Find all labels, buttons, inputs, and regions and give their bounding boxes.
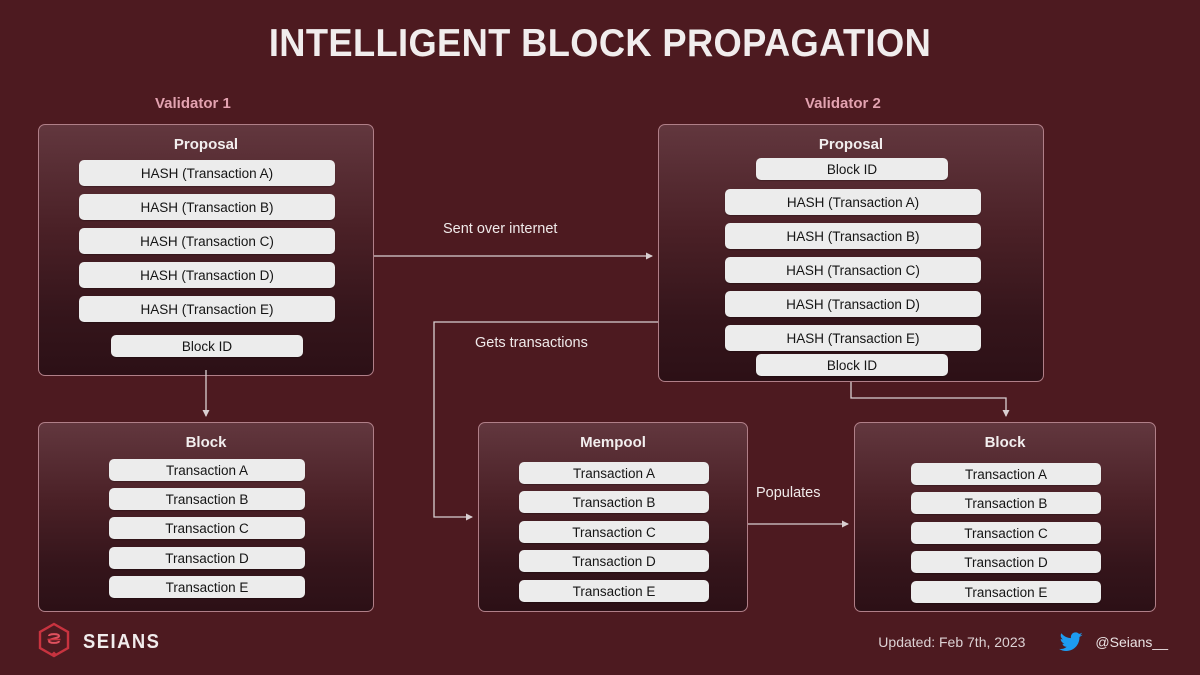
panel-title-block-1: Block xyxy=(185,434,227,451)
row-transaction-a: Transaction A xyxy=(519,462,709,484)
twitter-handle-group[interactable]: @Seians__ xyxy=(1059,632,1168,652)
row-hash-c: HASH (Transaction C) xyxy=(79,228,335,254)
row-transaction-a: Transaction A xyxy=(109,459,305,481)
edge-label-sent-over-internet: Sent over internet xyxy=(443,221,558,237)
edge-label-gets-transactions: Gets transactions xyxy=(475,335,588,351)
twitter-icon xyxy=(1059,632,1084,651)
panel-block-validator-1: Block Transaction A Transaction B Transa… xyxy=(38,422,374,612)
row-hash-c: HASH (Transaction C) xyxy=(725,257,981,283)
panel-mempool: Mempool Transaction A Transaction B Tran… xyxy=(478,422,748,612)
seians-logo-icon xyxy=(38,622,70,658)
updated-text: Updated: Feb 7th, 2023 xyxy=(878,634,1026,650)
row-transaction-b: Transaction B xyxy=(911,492,1101,514)
brand-name: SEIANS xyxy=(83,630,161,653)
panel-title-proposal-1: Proposal xyxy=(173,136,239,153)
row-transaction-c: Transaction C xyxy=(911,522,1101,544)
row-hash-d: HASH (Transaction D) xyxy=(79,262,335,288)
panel-proposal-validator-2: Proposal Block ID HASH (Transaction A) H… xyxy=(658,124,1044,382)
row-block-id: Block ID xyxy=(111,335,303,357)
row-transaction-b: Transaction B xyxy=(109,488,305,510)
row-hash-a: HASH (Transaction A) xyxy=(79,160,335,186)
row-transaction-a: Transaction A xyxy=(911,463,1101,485)
footer-brand: SEIANS xyxy=(36,622,167,662)
edge-proposal2-to-block2 xyxy=(850,382,1010,417)
row-hash-b: HASH (Transaction B) xyxy=(79,194,335,220)
row-hash-e: HASH (Transaction E) xyxy=(79,296,335,322)
row-hash-a: HASH (Transaction A) xyxy=(725,189,981,215)
validator-1-label: Validator 1 xyxy=(155,95,231,112)
edge-label-populates: Populates xyxy=(756,485,821,501)
row-transaction-d: Transaction D xyxy=(911,551,1101,573)
diagram-canvas: INTELLIGENT BLOCK PROPAGATION Validator … xyxy=(0,0,1200,675)
row-hash-b: HASH (Transaction B) xyxy=(725,223,981,249)
row-transaction-c: Transaction C xyxy=(109,517,305,539)
row-block-id-bottom: Block ID xyxy=(756,354,948,376)
panel-title-block-2: Block xyxy=(984,434,1026,451)
twitter-handle: @Seians__ xyxy=(1095,634,1168,650)
row-transaction-e: Transaction E xyxy=(911,581,1101,603)
row-transaction-e: Transaction E xyxy=(109,576,305,598)
footer-meta: Updated: Feb 7th, 2023 @Seians__ xyxy=(878,632,1168,652)
panel-proposal-validator-1: Proposal HASH (Transaction A) HASH (Tran… xyxy=(38,124,374,376)
row-transaction-b: Transaction B xyxy=(519,491,709,513)
row-transaction-d: Transaction D xyxy=(519,550,709,572)
panel-title-mempool: Mempool xyxy=(580,434,646,451)
panel-block-validator-2: Block Transaction A Transaction B Transa… xyxy=(854,422,1156,612)
panel-title-proposal-2: Proposal xyxy=(818,136,884,153)
validator-2-label: Validator 2 xyxy=(805,95,881,112)
row-transaction-d: Transaction D xyxy=(109,547,305,569)
row-hash-d: HASH (Transaction D) xyxy=(725,291,981,317)
row-transaction-e: Transaction E xyxy=(519,580,709,602)
row-hash-e: HASH (Transaction E) xyxy=(725,325,981,351)
row-block-id-top: Block ID xyxy=(756,158,948,180)
row-transaction-c: Transaction C xyxy=(519,521,709,543)
page-title: INTELLIGENT BLOCK PROPAGATION xyxy=(268,22,932,65)
